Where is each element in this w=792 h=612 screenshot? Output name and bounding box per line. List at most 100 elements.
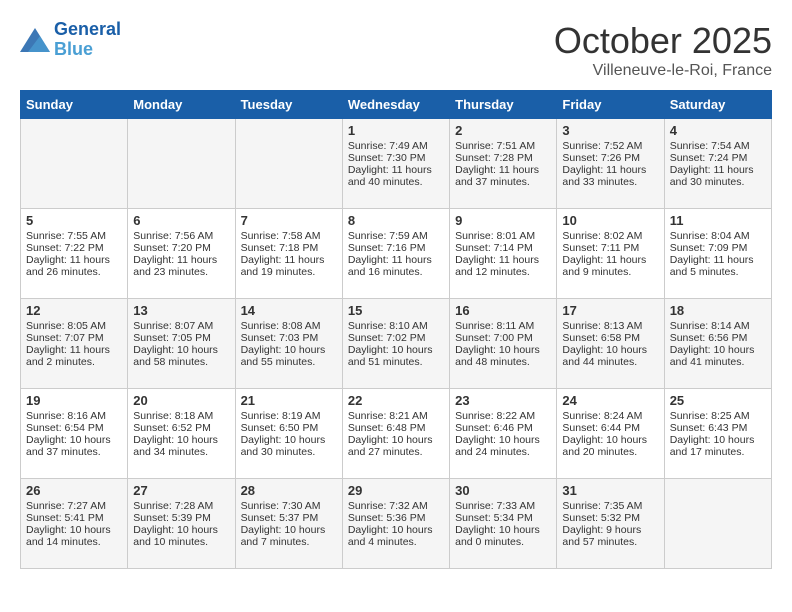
day-info: Sunrise: 7:56 AM — [133, 230, 229, 242]
day-info: Daylight: 10 hours and 51 minutes. — [348, 344, 444, 368]
day-number: 26 — [26, 483, 122, 498]
day-info: Sunrise: 7:54 AM — [670, 140, 766, 152]
day-cell: 18Sunrise: 8:14 AMSunset: 6:56 PMDayligh… — [664, 299, 771, 389]
day-info: Sunset: 7:00 PM — [455, 332, 551, 344]
header-row: SundayMondayTuesdayWednesdayThursdayFrid… — [21, 91, 772, 119]
day-info: Sunset: 6:48 PM — [348, 422, 444, 434]
day-info: Sunrise: 8:10 AM — [348, 320, 444, 332]
day-info: Daylight: 11 hours and 19 minutes. — [241, 254, 337, 278]
day-cell: 17 Sunrise: 8:13 AMSunset: 6:58 PMDayligh… — [557, 299, 664, 389]
day-number: 28 — [241, 483, 337, 498]
day-info: Sunrise: 8:13 AM — [562, 320, 658, 332]
day-info: Sunrise: 7:30 AM — [241, 500, 337, 512]
day-cell: 9 Sunrise: 8:01 AMSunset: 7:14 PMDaylight… — [450, 209, 557, 299]
day-info: Sunset: 5:41 PM — [26, 512, 122, 524]
week-row-1: 1Sunrise: 7:49 AMSunset: 7:30 PMDaylight… — [21, 119, 772, 209]
day-cell — [21, 119, 128, 209]
day-info: Daylight: 11 hours and 37 minutes. — [455, 164, 551, 188]
day-info: Daylight: 11 hours and 26 minutes. — [26, 254, 122, 278]
day-info: Sunset: 7:09 PM — [670, 242, 766, 254]
day-info: Sunrise: 8:18 AM — [133, 410, 229, 422]
day-info: Sunset: 7:07 PM — [26, 332, 122, 344]
header-cell-friday: Friday — [557, 91, 664, 119]
location: Villeneuve-le-Roi, France — [554, 62, 772, 80]
header-cell-sunday: Sunday — [21, 91, 128, 119]
day-cell — [128, 119, 235, 209]
day-info: Sunset: 7:30 PM — [348, 152, 444, 164]
day-number: 16 — [455, 303, 551, 318]
day-cell: 24 Sunrise: 8:24 AMSunset: 6:44 PMDayligh… — [557, 389, 664, 479]
day-info: Sunset: 6:50 PM — [241, 422, 337, 434]
day-info: Sunrise: 8:14 AM — [670, 320, 766, 332]
day-info: Sunset: 6:58 PM — [562, 332, 658, 344]
day-info: Sunset: 7:28 PM — [455, 152, 551, 164]
day-number: 22 — [348, 393, 444, 408]
day-number: 17 — [562, 303, 658, 318]
day-number: 31 — [562, 483, 658, 498]
day-cell: 20Sunrise: 8:18 AMSunset: 6:52 PMDayligh… — [128, 389, 235, 479]
day-info: Sunrise: 8:19 AM — [241, 410, 337, 422]
day-cell: 22Sunrise: 8:21 AMSunset: 6:48 PMDayligh… — [342, 389, 449, 479]
day-info: Daylight: 11 hours and 23 minutes. — [133, 254, 229, 278]
day-info: Sunset: 6:54 PM — [26, 422, 122, 434]
title-block: October 2025 Villeneuve-le-Roi, France — [554, 20, 772, 80]
day-cell: 5Sunrise: 7:55 AMSunset: 7:22 PMDaylight… — [21, 209, 128, 299]
day-info: Sunrise: 8:21 AM — [348, 410, 444, 422]
day-info: Sunrise: 8:01 AM — [455, 230, 551, 242]
day-number: 24 — [562, 393, 658, 408]
day-info: Daylight: 11 hours and 40 minutes. — [348, 164, 444, 188]
day-info: Sunset: 5:39 PM — [133, 512, 229, 524]
day-cell: 16 Sunrise: 8:11 AMSunset: 7:00 PMDayligh… — [450, 299, 557, 389]
day-number: 9 — [455, 213, 551, 228]
day-number: 6 — [133, 213, 229, 228]
day-info: Daylight: 10 hours and 37 minutes. — [26, 434, 122, 458]
day-info: Sunset: 6:43 PM — [670, 422, 766, 434]
day-info: Sunrise: 7:52 AM — [562, 140, 658, 152]
day-cell — [664, 479, 771, 569]
day-info: Sunset: 6:46 PM — [455, 422, 551, 434]
day-info: Sunrise: 7:33 AM — [455, 500, 551, 512]
day-info: Sunset: 7:03 PM — [241, 332, 337, 344]
page-header: GeneralBlue October 2025 Villeneuve-le-R… — [20, 20, 772, 80]
day-info: Daylight: 10 hours and 20 minutes. — [562, 434, 658, 458]
day-info: Sunrise: 7:35 AM — [562, 500, 658, 512]
day-cell: 30Sunrise: 7:33 AMSunset: 5:34 PMDayligh… — [450, 479, 557, 569]
day-cell: 10Sunrise: 8:02 AMSunset: 7:11 PMDayligh… — [557, 209, 664, 299]
day-info: Daylight: 10 hours and 0 minutes. — [455, 524, 551, 548]
day-cell: 11Sunrise: 8:04 AMSunset: 7:09 PMDayligh… — [664, 209, 771, 299]
day-number: 19 — [26, 393, 122, 408]
day-info: Sunrise: 7:28 AM — [133, 500, 229, 512]
day-cell: 28Sunrise: 7:30 AMSunset: 5:37 PMDayligh… — [235, 479, 342, 569]
week-row-2: 5Sunrise: 7:55 AMSunset: 7:22 PMDaylight… — [21, 209, 772, 299]
day-info: Sunset: 7:02 PM — [348, 332, 444, 344]
day-info: Sunset: 7:14 PM — [455, 242, 551, 254]
day-number: 10 — [562, 213, 658, 228]
day-info: Sunrise: 8:24 AM — [562, 410, 658, 422]
day-info: Sunset: 6:52 PM — [133, 422, 229, 434]
logo-text: GeneralBlue — [54, 20, 121, 60]
day-info: Sunrise: 8:11 AM — [455, 320, 551, 332]
day-cell: 1Sunrise: 7:49 AMSunset: 7:30 PMDaylight… — [342, 119, 449, 209]
day-cell: 15Sunrise: 8:10 AMSunset: 7:02 PMDayligh… — [342, 299, 449, 389]
day-info: Daylight: 10 hours and 48 minutes. — [455, 344, 551, 368]
day-info: Sunset: 5:34 PM — [455, 512, 551, 524]
day-info: Sunset: 6:44 PM — [562, 422, 658, 434]
day-info: Daylight: 10 hours and 17 minutes. — [670, 434, 766, 458]
week-row-3: 12Sunrise: 8:05 AMSunset: 7:07 PMDayligh… — [21, 299, 772, 389]
day-number: 27 — [133, 483, 229, 498]
day-info: Daylight: 10 hours and 44 minutes. — [562, 344, 658, 368]
day-info: Daylight: 11 hours and 2 minutes. — [26, 344, 122, 368]
day-info: Sunrise: 7:55 AM — [26, 230, 122, 242]
day-info: Daylight: 10 hours and 4 minutes. — [348, 524, 444, 548]
day-number: 11 — [670, 213, 766, 228]
day-cell: 26Sunrise: 7:27 AMSunset: 5:41 PMDayligh… — [21, 479, 128, 569]
day-info: Daylight: 11 hours and 12 minutes. — [455, 254, 551, 278]
day-info: Sunset: 7:24 PM — [670, 152, 766, 164]
day-cell: 8Sunrise: 7:59 AMSunset: 7:16 PMDaylight… — [342, 209, 449, 299]
day-number: 29 — [348, 483, 444, 498]
day-cell: 2Sunrise: 7:51 AMSunset: 7:28 PMDaylight… — [450, 119, 557, 209]
day-info: Sunrise: 8:08 AM — [241, 320, 337, 332]
day-info: Sunset: 6:56 PM — [670, 332, 766, 344]
day-cell: 3Sunrise: 7:52 AMSunset: 7:26 PMDaylight… — [557, 119, 664, 209]
day-info: Daylight: 10 hours and 24 minutes. — [455, 434, 551, 458]
